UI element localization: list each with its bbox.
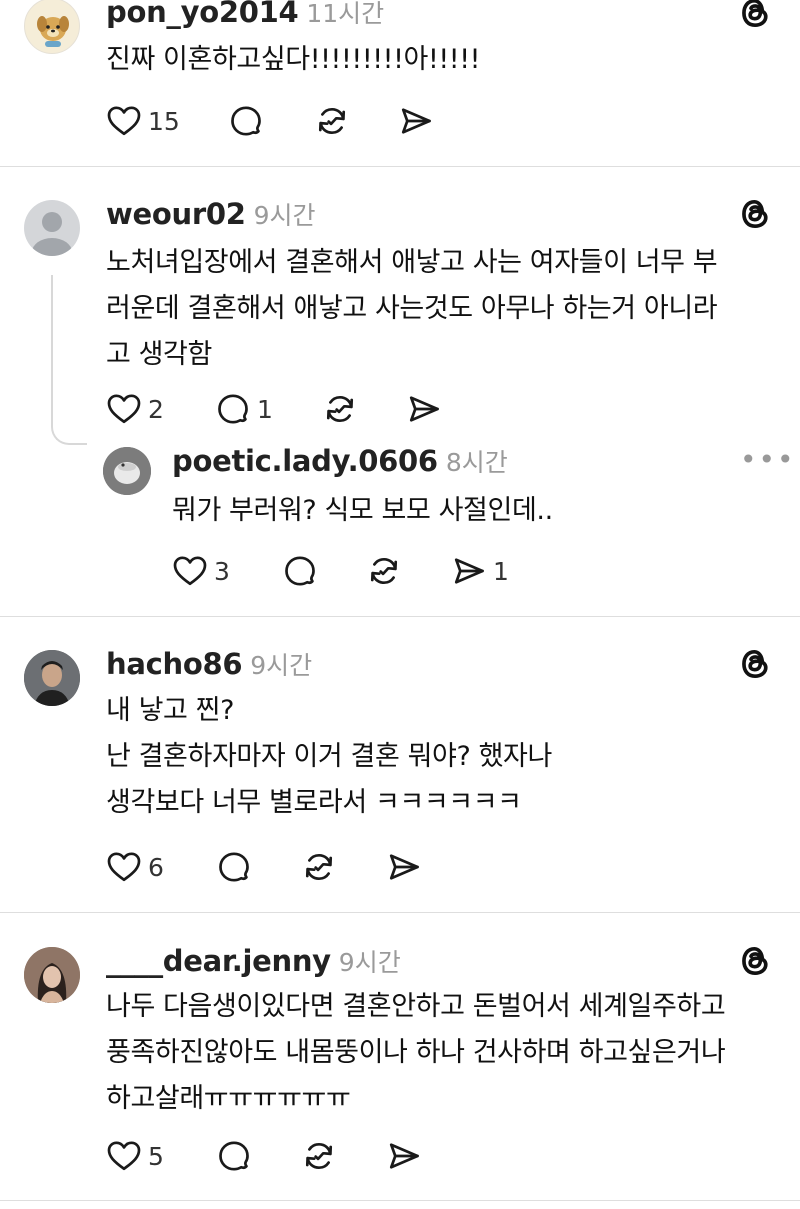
default-avatar-icon xyxy=(32,212,72,256)
heart-icon xyxy=(106,103,142,139)
share-button[interactable] xyxy=(386,847,422,887)
repost-button[interactable] xyxy=(314,101,350,141)
like-button[interactable]: 15 xyxy=(106,101,180,141)
divider xyxy=(0,912,800,913)
share-button[interactable] xyxy=(386,1136,422,1176)
reply-button[interactable] xyxy=(282,551,318,591)
threads-logo-icon[interactable] xyxy=(738,197,772,231)
share-count: 1 xyxy=(493,556,509,586)
like-button[interactable]: 6 xyxy=(106,847,164,887)
repost-button[interactable] xyxy=(366,551,402,591)
avatar[interactable] xyxy=(24,650,80,706)
like-button[interactable]: 3 xyxy=(172,551,230,591)
comment-icon xyxy=(216,1138,252,1174)
like-count: 3 xyxy=(214,556,230,586)
comment-line: 풍족하진않아도 내몸뚱이나 하나 건사하며 하고싶은거나 xyxy=(106,1037,726,1068)
heart-icon xyxy=(106,391,142,427)
comment-icon xyxy=(215,391,251,427)
send-icon xyxy=(406,391,442,427)
thread-connector-line xyxy=(51,275,87,445)
repost-icon xyxy=(301,849,337,885)
comment-line: 고 생각함 xyxy=(106,339,212,370)
reply-button[interactable] xyxy=(216,1136,252,1176)
timestamp: 9시간 xyxy=(338,948,401,977)
repost-icon xyxy=(366,553,402,589)
repost-button[interactable] xyxy=(301,1136,337,1176)
like-count: 2 xyxy=(148,394,164,424)
comment-text: 진짜 이혼하고싶다!!!!!!!!!아!!!!! xyxy=(106,37,480,83)
send-icon xyxy=(386,849,422,885)
heart-icon xyxy=(106,1138,142,1174)
reply-button[interactable] xyxy=(216,847,252,887)
threads-logo-icon[interactable] xyxy=(738,0,772,30)
comment-line: 하고살래ㅠㅠㅠㅠㅠㅠ xyxy=(106,1083,351,1114)
share-button[interactable]: 1 xyxy=(451,551,509,591)
repost-button[interactable] xyxy=(301,847,337,887)
repost-icon xyxy=(314,103,350,139)
comment-icon xyxy=(228,103,264,139)
username[interactable]: poetic.lady.0606 xyxy=(172,444,438,478)
threads-logo-icon[interactable] xyxy=(738,944,772,978)
send-icon xyxy=(451,553,487,589)
username[interactable]: pon_yo2014 xyxy=(106,0,299,29)
like-button[interactable]: 2 xyxy=(106,389,164,429)
share-button[interactable] xyxy=(398,101,434,141)
heart-icon xyxy=(172,553,208,589)
reply-button[interactable]: 1 xyxy=(215,389,273,429)
comment-line: 나두 다음생이있다면 결혼안하고 돈벌어서 세계일주하고 xyxy=(106,991,726,1022)
comment-text: 내 낳고 찐? 난 결혼하자마자 이거 결혼 뭐야? 했자나 생각보다 너무 별… xyxy=(106,688,552,826)
divider xyxy=(0,166,800,167)
dog-avatar-icon xyxy=(37,16,69,47)
send-icon xyxy=(398,103,434,139)
username[interactable]: hacho86 xyxy=(106,647,243,681)
photo-avatar-icon xyxy=(103,447,151,495)
avatar[interactable] xyxy=(24,0,80,54)
like-count: 5 xyxy=(148,1141,164,1171)
divider xyxy=(0,1200,800,1201)
heart-icon xyxy=(106,849,142,885)
like-count: 6 xyxy=(148,852,164,882)
comment-line: 러운데 결혼해서 애낳고 사는것도 아무나 하는거 아니라 xyxy=(106,293,718,324)
avatar[interactable] xyxy=(24,200,80,256)
comment-line: 내 낳고 찐? xyxy=(106,695,235,726)
comment-line: 진짜 이혼하고싶다!!!!!!!!!아!!!!! xyxy=(106,44,481,75)
timestamp: 9시간 xyxy=(253,201,316,230)
photo-avatar-icon xyxy=(24,650,80,706)
more-options-button[interactable]: ••• xyxy=(740,443,796,476)
like-button[interactable]: 5 xyxy=(106,1136,164,1176)
comment-line: 난 결혼하자마자 이거 결혼 뭐야? 했자나 xyxy=(106,741,552,772)
comment-icon xyxy=(282,553,318,589)
timestamp: 11시간 xyxy=(306,0,385,28)
reply-count: 1 xyxy=(257,394,273,424)
threads-logo-icon[interactable] xyxy=(738,647,772,681)
repost-icon xyxy=(322,391,358,427)
comment-text: 노처녀입장에서 결혼해서 애낳고 사는 여자들이 너무 부 러운데 결혼해서 애… xyxy=(106,240,718,378)
avatar[interactable] xyxy=(103,447,151,495)
photo-avatar-icon xyxy=(24,947,80,1003)
comment-line: 생각보다 너무 별로라서 ㅋㅋㅋㅋㅋㅋ xyxy=(106,787,522,818)
send-icon xyxy=(386,1138,422,1174)
repost-icon xyxy=(301,1138,337,1174)
username[interactable]: ____dear.jenny xyxy=(106,944,331,978)
reply-button[interactable] xyxy=(228,101,264,141)
like-count: 15 xyxy=(148,106,180,136)
timestamp: 8시간 xyxy=(445,448,508,477)
timestamp: 9시간 xyxy=(250,651,313,680)
comment-text: 뭐가 부러워? 식모 보모 사절인데.. xyxy=(172,488,553,534)
comment-line: 뭐가 부러워? 식모 보모 사절인데.. xyxy=(172,495,553,526)
repost-button[interactable] xyxy=(322,389,358,429)
divider xyxy=(0,616,800,617)
comment-line: 노처녀입장에서 결혼해서 애낳고 사는 여자들이 너무 부 xyxy=(106,247,718,278)
share-button[interactable] xyxy=(406,389,442,429)
username[interactable]: weour02 xyxy=(106,197,246,231)
avatar[interactable] xyxy=(24,947,80,1003)
comment-text: 나두 다음생이있다면 결혼안하고 돈벌어서 세계일주하고 풍족하진않아도 내몸뚱… xyxy=(106,984,726,1122)
comment-icon xyxy=(216,849,252,885)
